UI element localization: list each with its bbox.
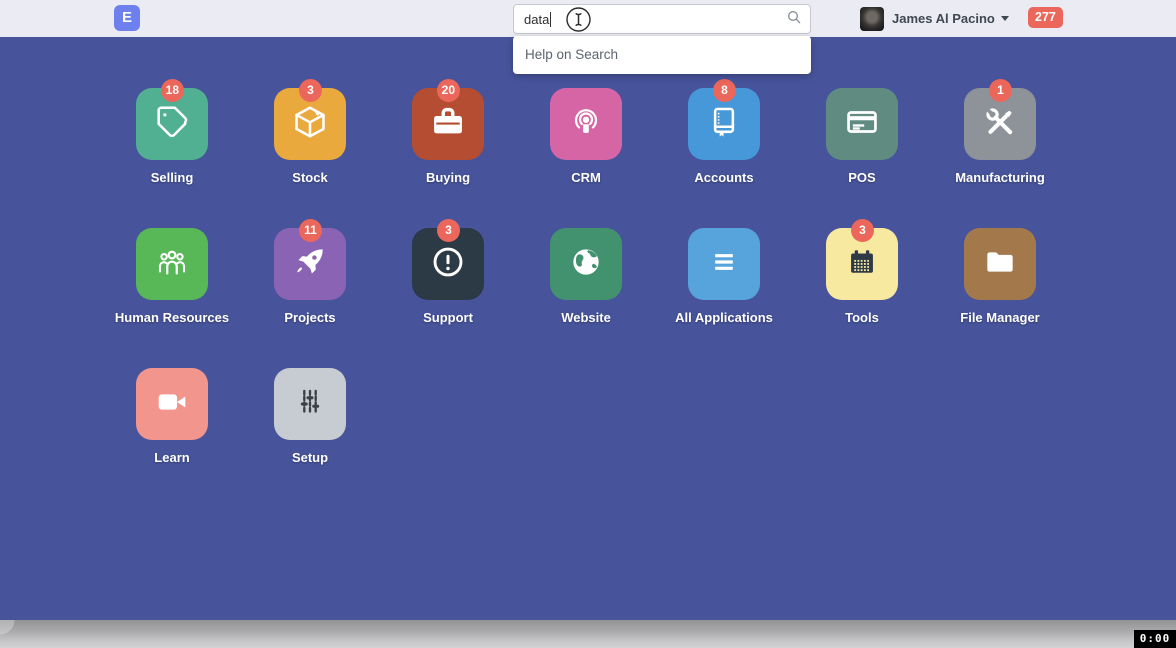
app-shortcut: 3 Tools [793,228,931,368]
search-icon[interactable] [786,9,802,30]
app-tile-projects[interactable]: 11 [274,228,346,300]
app-shortcut: All Applications [655,228,793,368]
app-label: Accounts [655,170,793,185]
app-shortcut: File Manager [931,228,1069,368]
app-notification-badge: 18 [161,79,184,102]
app-label: Tools [793,310,931,325]
app-shortcut: 1 Manufacturing [931,88,1069,228]
app-notification-badge: 3 [851,219,874,242]
app-shortcut: Human Resources [103,228,241,368]
app-shortcut: CRM [517,88,655,228]
app-tile-selling[interactable]: 18 [136,88,208,160]
app-tile-learn[interactable] [136,368,208,440]
window-bottom-edge [0,620,1176,648]
rocket-icon [291,243,329,286]
app-shortcut: Learn [103,368,241,508]
app-label: File Manager [931,310,1069,325]
app-label: Selling [103,170,241,185]
user-name: James Al Pacino [892,11,995,26]
app-tile-accounts[interactable]: 8 [688,88,760,160]
app-label: Human Resources [103,310,241,325]
tag-icon [153,103,191,146]
wrench-screwdriver-icon [981,103,1019,146]
app-logo[interactable]: E [114,5,140,31]
desktop-area: 18Selling3Stock20BuyingCRM8AccountsPOS1M… [0,37,1176,620]
app-shortcut: 18 Selling [103,88,241,228]
app-label: All Applications [655,310,793,325]
app-tile-file-manager[interactable] [964,228,1036,300]
search-dropdown: Help on Search [513,36,811,74]
app-label: Manufacturing [931,170,1069,185]
app-tile-setup[interactable] [274,368,346,440]
calendar-icon [843,243,881,286]
app-tile-tools[interactable]: 3 [826,228,898,300]
app-notification-badge: 20 [437,79,460,102]
app-tile-all-applications[interactable] [688,228,760,300]
app-shortcut: Website [517,228,655,368]
app-tile-stock[interactable]: 3 [274,88,346,160]
search-input-value: data [524,12,549,27]
app-shortcut: 8 Accounts [655,88,793,228]
app-tile-support[interactable]: 3 [412,228,484,300]
app-tile-website[interactable] [550,228,622,300]
menu-icon [705,243,743,286]
app-label: CRM [517,170,655,185]
mouse-text-cursor [565,6,592,38]
app-label: Support [379,310,517,325]
app-tile-crm[interactable] [550,88,622,160]
user-menu[interactable]: James Al Pacino [860,0,1009,37]
sliders-icon [291,383,329,426]
briefcase-icon [429,103,467,146]
podcast-person-icon [567,103,605,146]
app-notification-badge: 3 [299,79,322,102]
app-shortcut: 11 Projects [241,228,379,368]
box-icon [291,103,329,146]
app-tile-buying[interactable]: 20 [412,88,484,160]
app-shortcut: Setup [241,368,379,508]
app-shortcut: 20 Buying [379,88,517,228]
app-tile-manufacturing[interactable]: 1 [964,88,1036,160]
app-shortcut: 3 Stock [241,88,379,228]
app-label: Buying [379,170,517,185]
app-tile-pos[interactable] [826,88,898,160]
app-notification-badge: 3 [437,219,460,242]
people-icon [153,243,191,286]
app-grid: 18 Selling 3 Stock 20 BuyingCRM 8 AccountsPOS 1 M… [103,88,1069,508]
search-dropdown-item-help[interactable]: Help on Search [513,36,811,74]
app-label: Setup [241,450,379,465]
globe-icon [567,243,605,286]
app-label: Website [517,310,655,325]
app-shortcut: 3 Support [379,228,517,368]
credit-card-icon [843,103,881,146]
app-label: Learn [103,450,241,465]
app-tile-human-resources[interactable] [136,228,208,300]
notification-count-badge[interactable]: 277 [1028,7,1063,28]
app-label: Projects [241,310,379,325]
app-shortcut: POS [793,88,931,228]
chevron-down-icon [1001,16,1009,21]
user-avatar [860,7,884,31]
app-notification-badge: 11 [299,219,322,242]
text-caret [550,12,551,27]
ledger-book-icon [705,103,743,146]
app-notification-badge: 1 [989,79,1012,102]
exclamation-circle-icon [429,243,467,286]
folder-icon [981,243,1019,286]
video-camera-icon [153,383,191,426]
app-notification-badge: 8 [713,79,736,102]
global-search-input[interactable]: data [513,4,811,34]
app-label: Stock [241,170,379,185]
app-label: POS [793,170,931,185]
recording-timer: 0:00 [1134,630,1176,648]
